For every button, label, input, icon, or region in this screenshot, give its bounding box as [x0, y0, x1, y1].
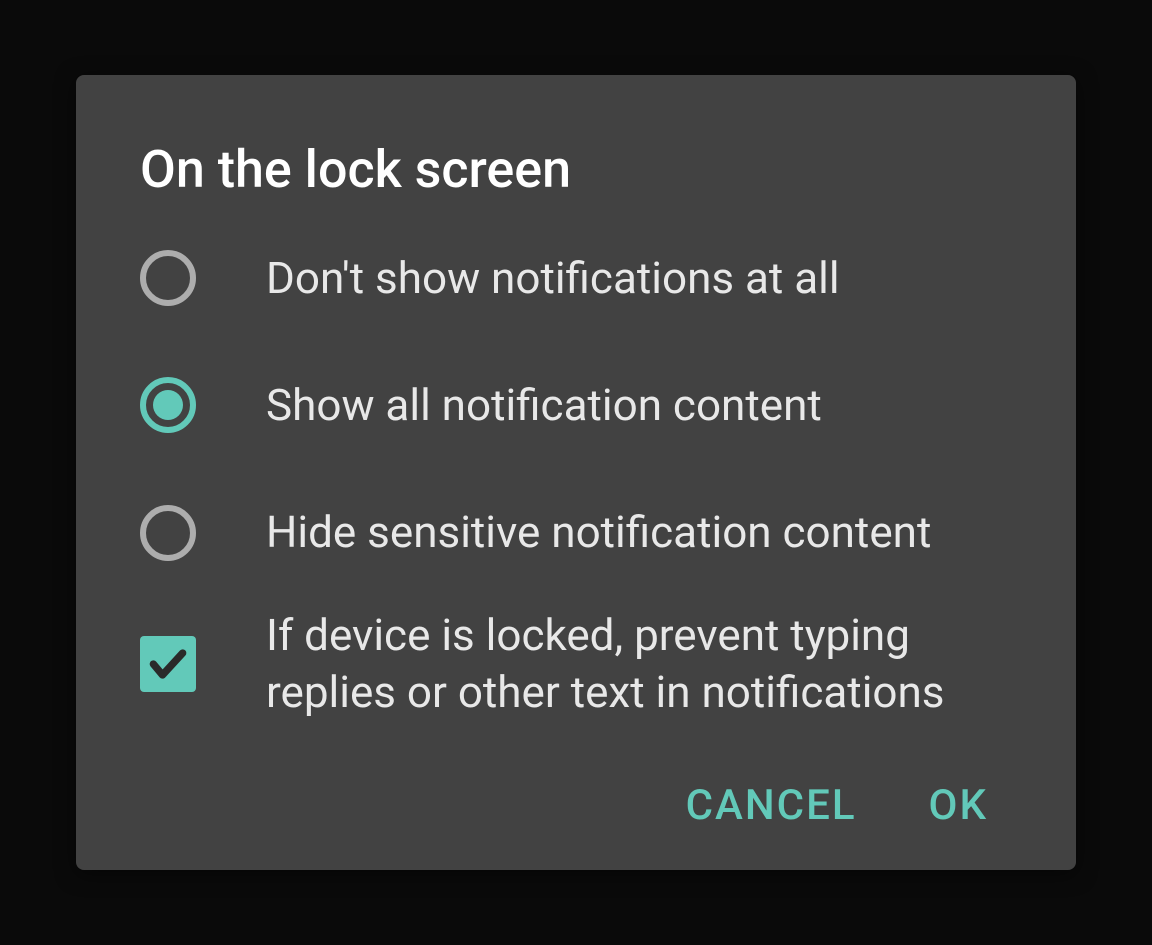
radio-option-show-all[interactable]: Show all notification content: [140, 377, 1012, 434]
option-label: Don't show notifications at all: [266, 250, 840, 307]
radio-icon: [140, 505, 196, 561]
checkbox-label: If device is locked, prevent typing repl…: [266, 607, 1012, 721]
dialog-title: On the lock screen: [140, 139, 1012, 200]
option-label: Show all notification content: [266, 377, 822, 434]
radio-option-dont-show[interactable]: Don't show notifications at all: [140, 250, 1012, 307]
radio-option-hide-sensitive[interactable]: Hide sensitive notification content: [140, 504, 1012, 561]
dialog-button-bar: CANCEL OK: [140, 761, 1012, 830]
lock-screen-dialog: On the lock screen Don't show notificati…: [76, 75, 1076, 871]
checkbox-option-prevent-typing[interactable]: If device is locked, prevent typing repl…: [140, 607, 1012, 721]
cancel-button[interactable]: CANCEL: [686, 781, 857, 830]
radio-icon-selected: [140, 377, 196, 433]
ok-button[interactable]: OK: [929, 781, 988, 830]
checkbox-icon-checked: [140, 636, 196, 692]
option-label: Hide sensitive notification content: [266, 504, 931, 561]
radio-icon: [140, 250, 196, 306]
